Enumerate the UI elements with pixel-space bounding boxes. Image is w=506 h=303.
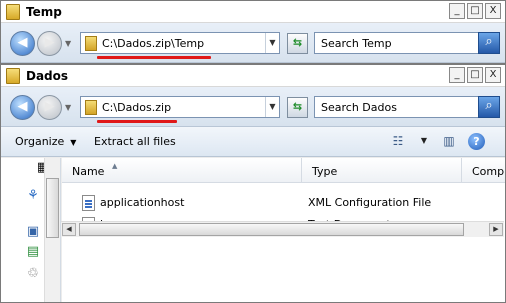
recycle-bin-icon[interactable]: ♲ xyxy=(25,266,41,282)
file-row[interactable]: applicationhost XML Configuration File xyxy=(62,192,505,214)
folder-icon xyxy=(6,4,20,20)
address-dropdown-button[interactable]: ▼ xyxy=(265,33,279,53)
views-dropdown-icon[interactable]: ▼ xyxy=(415,133,433,149)
caption-buttons: _ □ X xyxy=(449,3,501,19)
organize-label: Organize xyxy=(15,135,65,148)
command-bar: Organize ▼ Extract all files ☷ ▼ ▥ ? xyxy=(1,127,505,157)
folder-icon xyxy=(85,100,97,115)
navigation-pane: ▦ ⚘ ▣ ▤ ♲ xyxy=(1,158,61,302)
search-icon: ⌕ xyxy=(485,98,493,113)
search-button[interactable]: ⌕ xyxy=(478,32,500,54)
recent-pages-dropdown[interactable]: ▼ xyxy=(65,39,71,48)
search-icon: ⌕ xyxy=(485,34,493,49)
chevron-down-icon: ▼ xyxy=(70,138,77,147)
navigation-bar: ◀ ▶ ▼ C:\Dados.zip ▼ ⇆ Search Dados ⌕ xyxy=(1,87,505,127)
forward-button[interactable]: ▶ xyxy=(37,95,62,120)
column-header-name[interactable]: Name ▲ xyxy=(62,158,302,183)
address-bar[interactable]: C:\Dados.zip ▼ xyxy=(80,96,280,118)
close-button[interactable]: X xyxy=(485,3,501,19)
forward-button[interactable]: ▶ xyxy=(37,31,62,56)
scroll-left-button[interactable]: ◀ xyxy=(62,223,76,236)
refresh-button[interactable]: ⇆ xyxy=(287,97,308,118)
back-button[interactable]: ◀ xyxy=(10,95,35,120)
extract-all-button[interactable]: Extract all files xyxy=(94,135,176,148)
recent-pages-dropdown[interactable]: ▼ xyxy=(65,103,71,112)
file-name: applicationhost xyxy=(100,196,185,209)
scroll-right-button[interactable]: ▶ xyxy=(489,223,503,236)
computer-icon[interactable]: ▣ xyxy=(25,224,41,240)
caption-buttons: _ □ X xyxy=(449,67,501,83)
minimize-button[interactable]: _ xyxy=(449,3,465,19)
window-title: Temp xyxy=(26,5,62,19)
column-label: Compr xyxy=(472,165,505,178)
network-icon[interactable]: ⚘ xyxy=(25,188,41,204)
search-input[interactable]: Search Dados xyxy=(321,101,397,114)
horizontal-scrollbar[interactable]: ◀ ▶ xyxy=(61,221,504,237)
column-header-row: Name ▲ Type Compr xyxy=(62,158,505,183)
search-box[interactable]: Search Temp ⌕ xyxy=(314,32,500,54)
folder-icon xyxy=(6,68,20,84)
search-button[interactable]: ⌕ xyxy=(478,96,500,118)
address-dropdown-button[interactable]: ▼ xyxy=(265,97,279,117)
address-bar[interactable]: C:\Dados.zip\Temp ▼ xyxy=(80,32,280,54)
sort-ascending-icon: ▲ xyxy=(112,162,118,170)
search-box[interactable]: Search Dados ⌕ xyxy=(314,96,500,118)
column-header-type[interactable]: Type xyxy=(302,158,462,183)
file-type: XML Configuration File xyxy=(308,196,432,209)
help-icon[interactable]: ? xyxy=(468,133,485,150)
views-icon[interactable]: ☷ xyxy=(389,133,407,149)
preview-pane-icon[interactable]: ▥ xyxy=(440,133,458,149)
title-bar[interactable]: Temp _ □ X xyxy=(1,1,505,23)
organize-button[interactable]: Organize ▼ xyxy=(15,135,76,148)
navigation-bar: ◀ ▶ ▼ C:\Dados.zip\Temp ▼ ⇆ Search Temp … xyxy=(1,23,505,63)
window-temp: Temp _ □ X ◀ ▶ ▼ C:\Dados.zip\Temp ▼ ⇆ S… xyxy=(0,0,506,64)
scrollbar-thumb[interactable] xyxy=(79,223,464,236)
title-bar[interactable]: Dados _ □ X xyxy=(1,65,505,87)
close-button[interactable]: X xyxy=(485,67,501,83)
window-dados: Dados _ □ X ◀ ▶ ▼ C:\Dados.zip ▼ ⇆ Searc… xyxy=(0,64,506,303)
refresh-button[interactable]: ⇆ xyxy=(287,33,308,54)
scrollbar-thumb[interactable] xyxy=(46,178,59,238)
address-path: C:\Dados.zip xyxy=(102,101,172,114)
address-path: C:\Dados.zip\Temp xyxy=(102,37,205,50)
xml-file-icon xyxy=(82,195,95,211)
maximize-button[interactable]: □ xyxy=(467,67,483,83)
address-underline xyxy=(97,120,177,123)
maximize-button[interactable]: □ xyxy=(467,3,483,19)
folder-icon xyxy=(85,36,97,51)
navigation-pane-scrollbar[interactable] xyxy=(44,158,60,302)
column-header-compressed[interactable]: Compr xyxy=(462,158,505,183)
back-button[interactable]: ◀ xyxy=(10,31,35,56)
minimize-button[interactable]: _ xyxy=(449,67,465,83)
address-underline xyxy=(97,56,211,59)
window-title: Dados xyxy=(26,69,69,83)
search-input[interactable]: Search Temp xyxy=(321,37,392,50)
column-label: Name xyxy=(72,165,105,178)
column-label: Type xyxy=(312,165,338,178)
control-panel-icon[interactable]: ▤ xyxy=(25,244,41,260)
